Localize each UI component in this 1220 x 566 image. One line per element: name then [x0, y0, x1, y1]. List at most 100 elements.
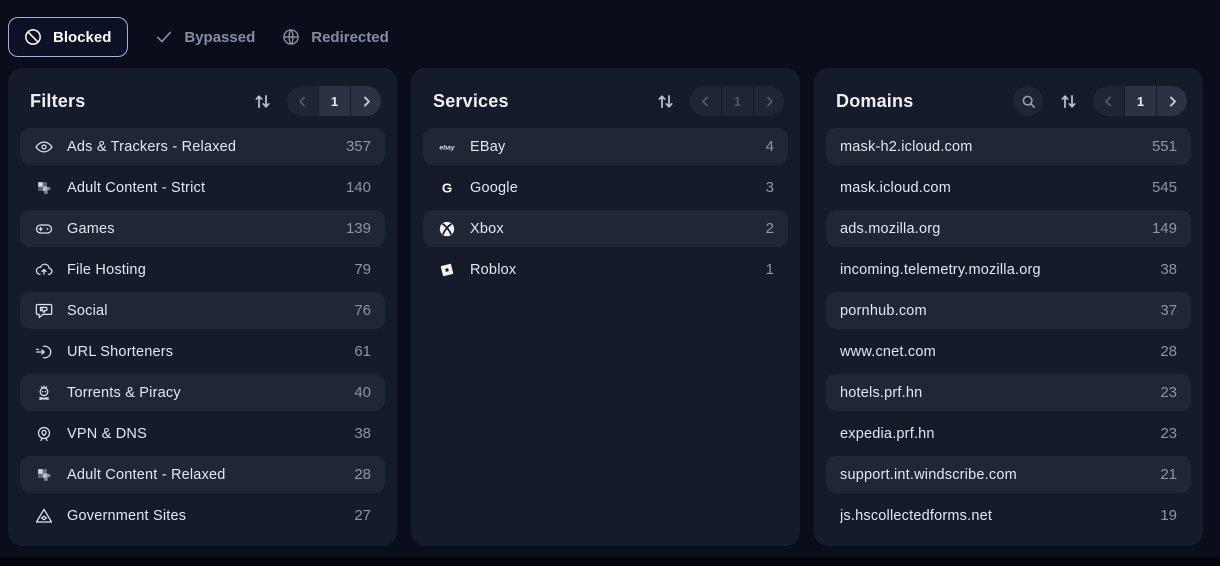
sort-icon — [655, 91, 676, 112]
row-label: Government Sites — [67, 508, 186, 524]
roblox-logo-icon — [437, 260, 457, 280]
filter-row[interactable]: Games139 — [20, 210, 385, 247]
sort-icon — [252, 91, 273, 112]
sort-button[interactable] — [247, 86, 277, 116]
row-label: ads.mozilla.org — [840, 221, 941, 237]
services-panel-title: Services — [433, 91, 509, 112]
row-count: 1 — [766, 261, 774, 278]
services-list: ebayEBay4GGoogle3Xbox2Roblox1 — [423, 128, 788, 288]
next-page-button[interactable] — [350, 86, 381, 116]
row-count: 357 — [346, 138, 371, 155]
tab-bypassed[interactable]: Bypassed — [154, 27, 255, 47]
svg-text:G: G — [442, 180, 452, 195]
tab-redirected[interactable]: Redirected — [281, 27, 389, 47]
service-row[interactable]: Roblox 1 — [423, 251, 788, 288]
row-label: mask-h2.icloud.com — [840, 139, 973, 155]
service-row[interactable]: Xbox2 — [423, 210, 788, 247]
domains-list: mask-h2.icloud.com 551 mask.icloud.com545 a… — [826, 128, 1191, 534]
row-count: 149 — [1152, 220, 1177, 237]
tab-redirected-label: Redirected — [311, 29, 389, 46]
domain-row[interactable]: js.hscollectedforms.net19 — [826, 497, 1191, 534]
pixelated-image-icon — [34, 465, 54, 485]
row-count: 38 — [1160, 261, 1177, 278]
filter-row[interactable]: Ads & Trackers - Relaxed 357 — [20, 128, 385, 165]
service-row[interactable]: ebayEBay4 — [423, 128, 788, 165]
domain-row[interactable]: hotels.prf.hn 23 — [826, 374, 1191, 411]
blocked-traffic-dashboard: Blocked Bypassed Redirected Filters — [0, 0, 1220, 566]
current-page-indicator: 1 — [318, 86, 350, 116]
row-count: 2 — [766, 220, 774, 237]
filter-row[interactable]: Social76 — [20, 292, 385, 329]
row-count: 28 — [1160, 343, 1177, 360]
domain-row[interactable]: mask.icloud.com545 — [826, 169, 1191, 206]
tab-blocked[interactable]: Blocked — [8, 17, 128, 57]
filter-row[interactable]: File Hosting79 — [20, 251, 385, 288]
domains-panel-title: Domains — [836, 91, 913, 112]
row-count: 28 — [354, 466, 371, 483]
domain-row[interactable]: support.int.windscribe.com 21 — [826, 456, 1191, 493]
domains-panel: Domains 1 mask-h2.icloud.com 551 mask.iclo… — [814, 68, 1203, 546]
row-count: 545 — [1152, 179, 1177, 196]
pixelated-image-icon — [34, 178, 54, 198]
row-label: Ads & Trackers - Relaxed — [67, 139, 236, 155]
filter-row[interactable]: Torrents & Piracy40 — [20, 374, 385, 411]
pyramid-eye-icon — [34, 506, 54, 526]
tab-bypassed-label: Bypassed — [184, 29, 255, 46]
row-count: 61 — [354, 343, 371, 360]
filter-row[interactable]: Government Sites 27 — [20, 497, 385, 534]
row-count: 27 — [354, 507, 371, 524]
row-count: 21 — [1160, 466, 1177, 483]
filter-row[interactable]: Adult Content - Strict 140 — [20, 169, 385, 206]
sort-button[interactable] — [650, 86, 680, 116]
row-label: www.cnet.com — [840, 344, 936, 360]
pirate-icon — [34, 383, 54, 403]
sort-button[interactable] — [1053, 86, 1083, 116]
xbox-logo-icon — [437, 219, 457, 239]
service-row[interactable]: GGoogle3 — [423, 169, 788, 206]
row-label: hotels.prf.hn — [840, 385, 922, 401]
search-button[interactable] — [1013, 86, 1043, 116]
domain-row[interactable]: www.cnet.com 28 — [826, 333, 1191, 370]
row-label: js.hscollectedforms.net — [840, 508, 992, 524]
filters-panel-title: Filters — [30, 91, 85, 112]
row-count: 37 — [1160, 302, 1177, 319]
domain-row[interactable]: incoming.telemetry.mozilla.org 38 — [826, 251, 1191, 288]
filters-panel-header: Filters 1 — [20, 78, 385, 128]
panels-container: Filters 1 Ads & Trackers - Relaxed 357 Adu… — [8, 68, 1203, 546]
domain-row[interactable]: pornhub.com 37 — [826, 292, 1191, 329]
filter-row[interactable]: Adult Content - Relaxed28 — [20, 456, 385, 493]
row-count: 140 — [346, 179, 371, 196]
row-label: support.int.windscribe.com — [840, 467, 1017, 483]
domain-row[interactable]: mask-h2.icloud.com 551 — [826, 128, 1191, 165]
vpn-pin-icon — [34, 424, 54, 444]
row-count: 38 — [354, 425, 371, 442]
row-label: EBay — [470, 139, 505, 155]
chevron-right-icon — [762, 94, 777, 109]
row-label: incoming.telemetry.mozilla.org — [840, 262, 1041, 278]
row-label: Google — [470, 180, 518, 196]
row-label: Roblox — [470, 262, 516, 278]
search-icon — [1020, 93, 1037, 110]
domain-row[interactable]: expedia.prf.hn23 — [826, 415, 1191, 452]
blocked-icon — [23, 27, 43, 47]
domain-row[interactable]: ads.mozilla.org 149 — [826, 210, 1191, 247]
prev-page-button[interactable] — [1093, 86, 1124, 116]
svg-text:ebay: ebay — [439, 144, 454, 151]
row-label: pornhub.com — [840, 303, 927, 319]
chevron-left-icon — [698, 94, 713, 109]
pagination: 1 — [1093, 86, 1187, 116]
row-count: 551 — [1152, 138, 1177, 155]
prev-page-button[interactable] — [690, 86, 721, 116]
row-label: Adult Content - Strict — [67, 180, 205, 196]
row-count: 23 — [1160, 425, 1177, 442]
domains-panel-header: Domains 1 — [826, 78, 1191, 128]
tab-blocked-label: Blocked — [53, 29, 111, 46]
next-page-button[interactable] — [753, 86, 784, 116]
prev-page-button[interactable] — [287, 86, 318, 116]
row-count: 23 — [1160, 384, 1177, 401]
next-page-button[interactable] — [1156, 86, 1187, 116]
filter-row[interactable]: VPN & DNS38 — [20, 415, 385, 452]
filters-list: Ads & Trackers - Relaxed 357 Adult Content… — [20, 128, 385, 534]
sort-icon — [1058, 91, 1079, 112]
filter-row[interactable]: URL Shorteners61 — [20, 333, 385, 370]
